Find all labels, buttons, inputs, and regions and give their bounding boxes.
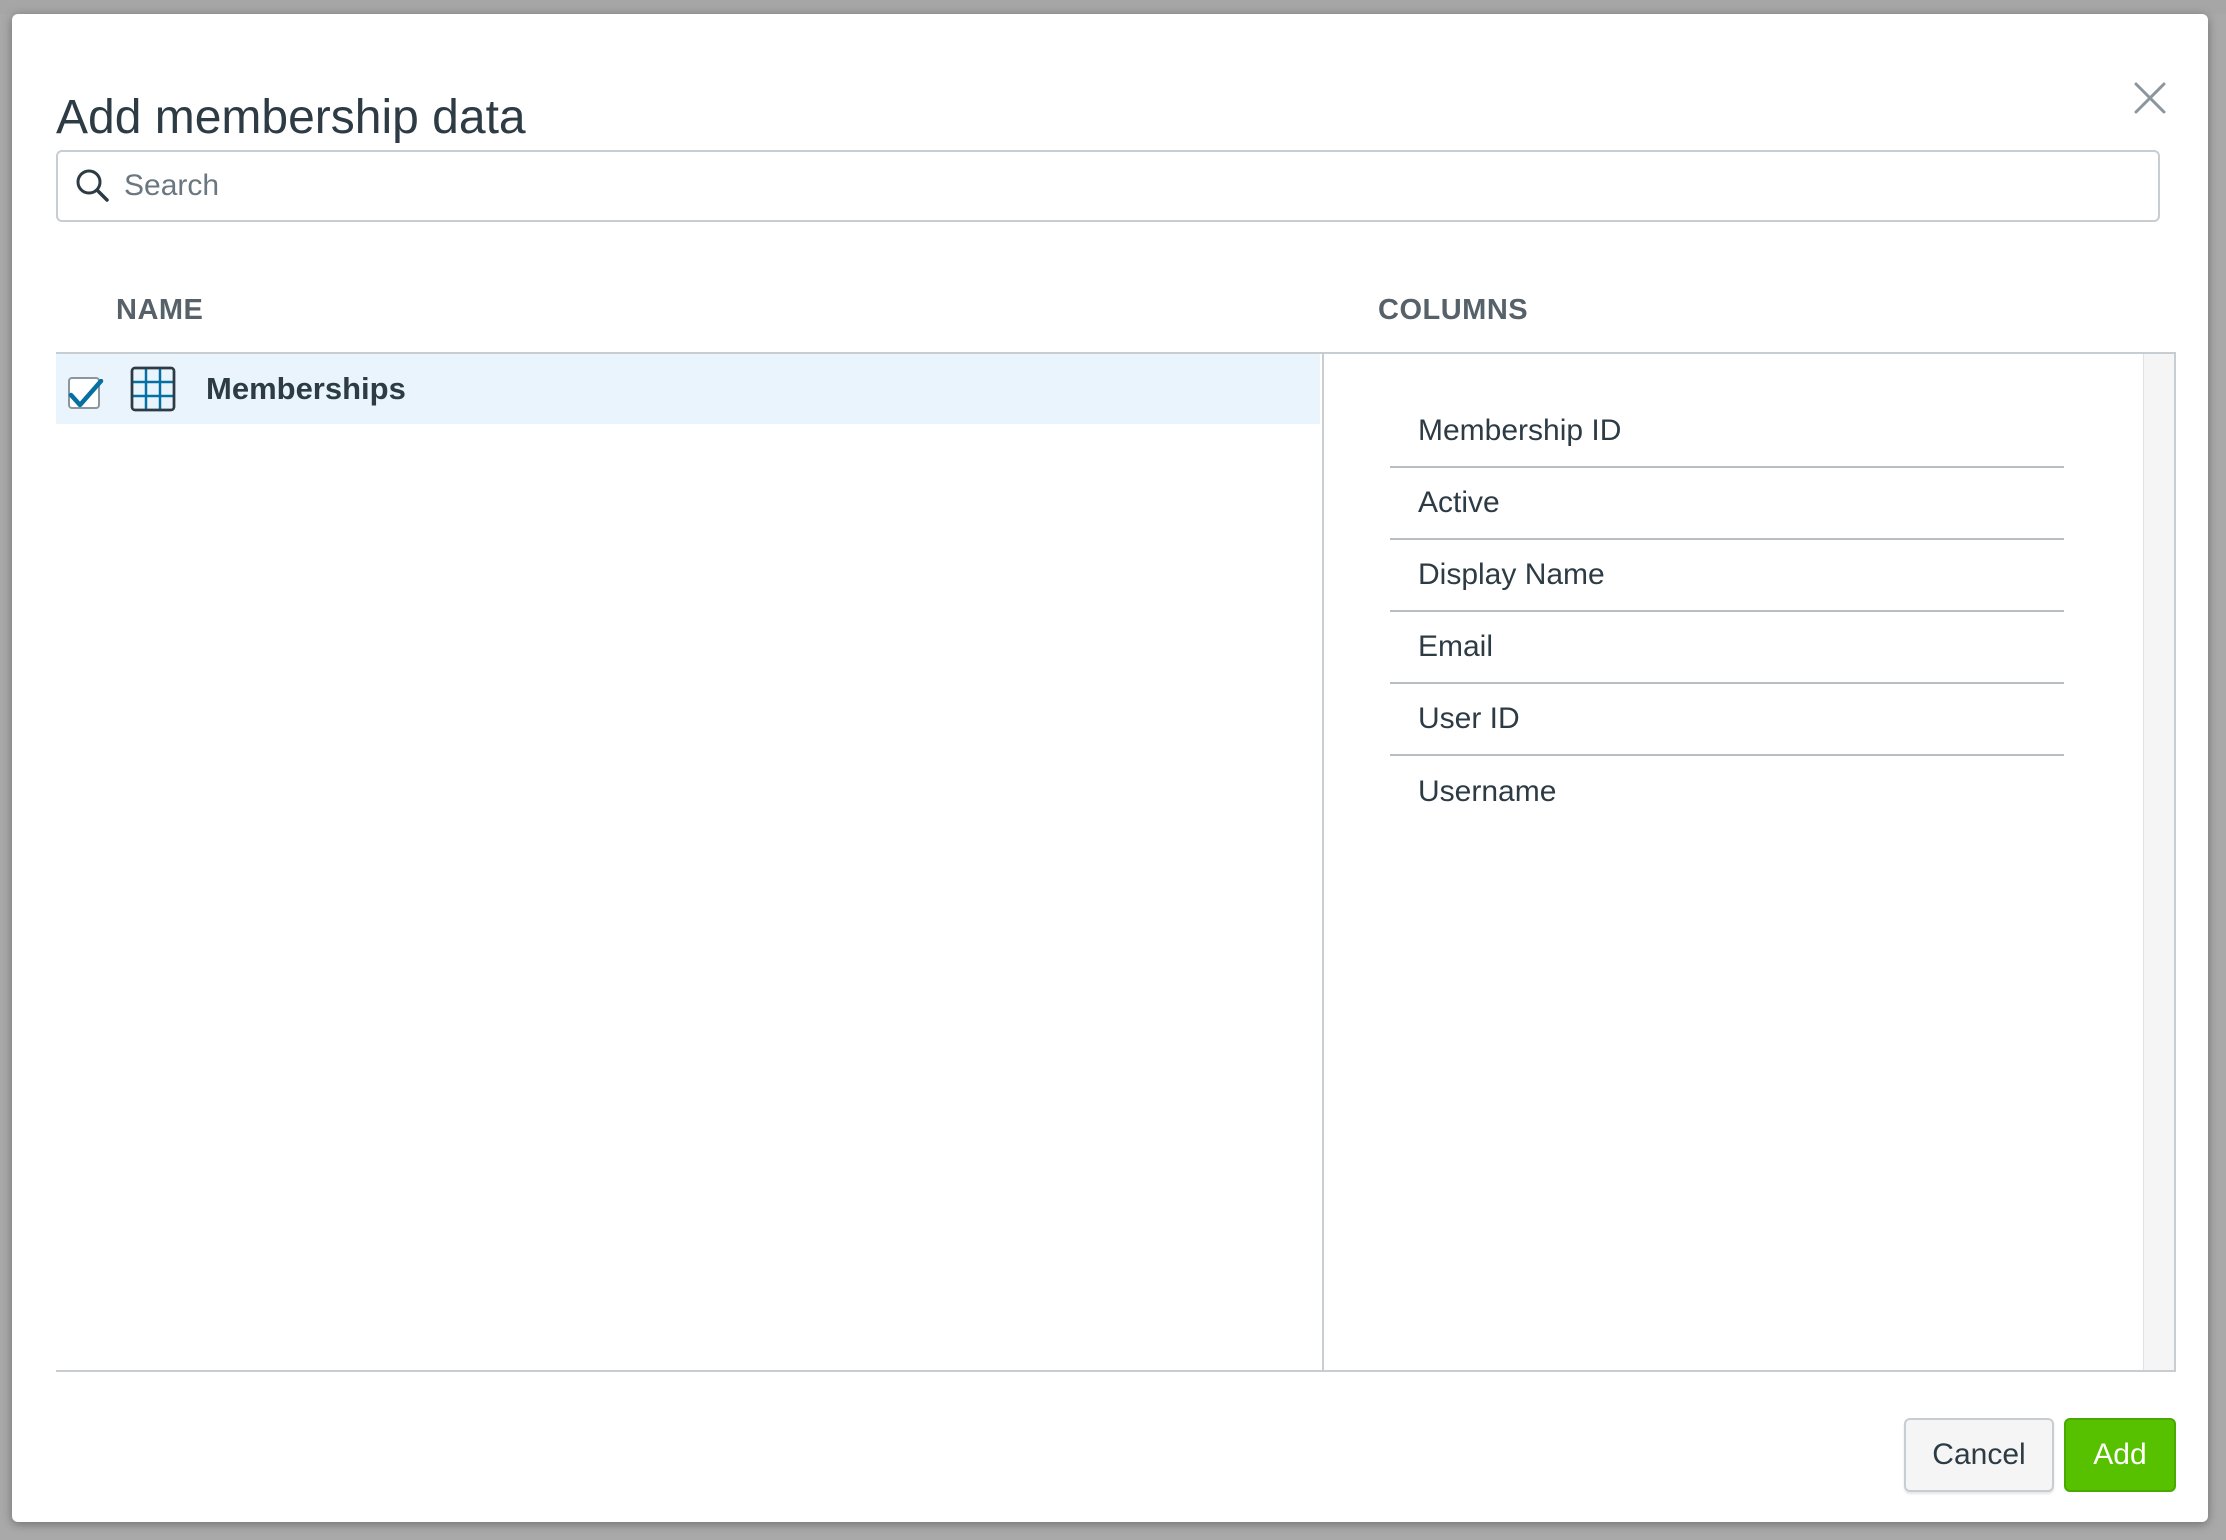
- add-button[interactable]: Add: [2064, 1418, 2176, 1492]
- cancel-button[interactable]: Cancel: [1904, 1418, 2054, 1492]
- table-name: Memberships: [206, 371, 406, 406]
- backdrop: [0, 0, 2226, 14]
- column-item: Display Name: [1390, 540, 2064, 612]
- columns-scrollbar[interactable]: [2143, 354, 2174, 1370]
- add-membership-dialog: Add membership data NAME COLUMNS: [12, 14, 2208, 1522]
- close-icon: [2134, 82, 2166, 114]
- name-column-header: NAME: [116, 294, 204, 326]
- dialog-title: Add membership data: [56, 91, 526, 145]
- column-item: Active: [1390, 468, 2064, 540]
- close-button[interactable]: [2122, 70, 2178, 126]
- column-item: Membership ID: [1390, 396, 2064, 468]
- search-icon: [76, 169, 109, 202]
- tables-list: Memberships: [56, 352, 1322, 1372]
- table-row-memberships[interactable]: Memberships: [56, 354, 1320, 424]
- column-item: Email: [1390, 612, 2064, 684]
- table-grid-icon: [130, 366, 176, 412]
- search-input[interactable]: [122, 155, 2158, 217]
- columns-list: Membership ID Active Display Name Email …: [1390, 396, 2064, 828]
- search-box[interactable]: [56, 150, 2160, 222]
- column-item: Username: [1418, 775, 1557, 808]
- column-item: User ID: [1390, 684, 2064, 756]
- checkmark-icon: [68, 379, 104, 408]
- table-checkbox[interactable]: [68, 377, 104, 409]
- columns-column-header: COLUMNS: [1378, 294, 1529, 326]
- columns-panel: Membership ID Active Display Name Email …: [1324, 352, 2176, 1372]
